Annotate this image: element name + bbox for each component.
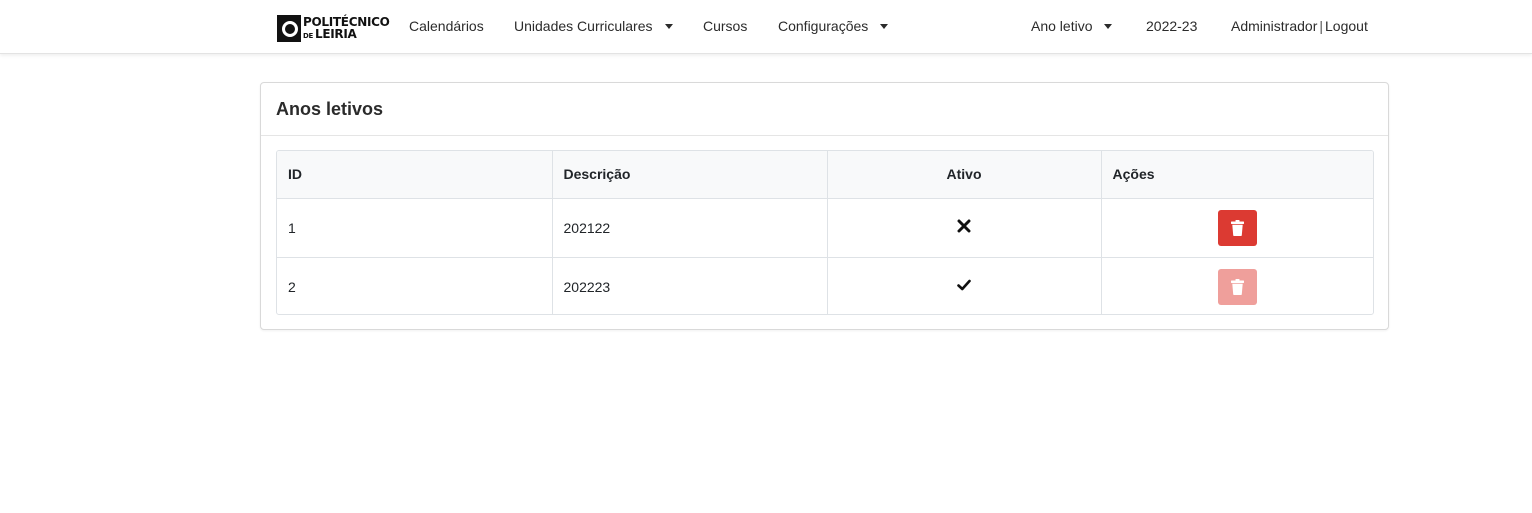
cell-acoes: [1101, 198, 1373, 258]
user-name[interactable]: Administrador: [1231, 18, 1317, 34]
table-row: 1 202122: [277, 198, 1373, 258]
check-icon: [957, 279, 971, 291]
table-row: 2 202223: [277, 257, 1373, 314]
caret-down-icon: [880, 24, 889, 29]
nav-unidades-label: Unidades Curriculares: [514, 18, 653, 34]
caret-down-icon: [1104, 24, 1113, 29]
logo-line2: LEIRIA: [315, 26, 357, 41]
delete-button[interactable]: [1217, 209, 1257, 246]
header-descricao: Descrição: [552, 151, 828, 199]
cell-id: 1: [277, 198, 553, 258]
cell-acoes: [1101, 257, 1373, 314]
nav-configuracoes-dropdown[interactable]: Configurações: [778, 18, 889, 34]
header-id: ID: [277, 151, 553, 199]
nav-separator: |: [1319, 18, 1324, 34]
cell-ativo: [827, 257, 1102, 314]
current-year: 2022-23: [1146, 18, 1198, 34]
cell-descricao: 202223: [552, 257, 828, 314]
trash-icon: [1230, 219, 1244, 236]
logo-line2-small: DE: [303, 31, 313, 40]
cell-descricao: 202122: [552, 198, 828, 258]
header-ativo: Ativo: [827, 151, 1102, 199]
nav-unidades-curriculares-dropdown[interactable]: Unidades Curriculares: [514, 18, 673, 34]
logo-icon: [277, 15, 301, 42]
nav-ano-letivo-dropdown[interactable]: Ano letivo: [1031, 18, 1113, 34]
delete-button-disabled[interactable]: [1217, 268, 1257, 305]
cell-ativo: [827, 198, 1102, 258]
cell-id: 2: [277, 257, 553, 314]
nav-configuracoes-label: Configurações: [778, 18, 869, 34]
top-navbar: POLITÉCNICO DE LEIRIA Calendários Unidade…: [0, 0, 1532, 54]
nav-ano-letivo-label: Ano letivo: [1031, 18, 1093, 34]
x-icon: [957, 219, 971, 233]
table-header-row: ID Descrição Ativo Ações: [277, 151, 1373, 199]
user-menu: Administrador | Logout: [1231, 18, 1368, 34]
brand-logo[interactable]: POLITÉCNICO DE LEIRIA: [277, 15, 390, 42]
nav-cursos[interactable]: Cursos: [703, 18, 747, 34]
nav-calendarios[interactable]: Calendários: [409, 18, 484, 34]
anos-letivos-card: Anos letivos ID Descrição Ativo Ações 1 …: [260, 82, 1389, 330]
anos-letivos-table: ID Descrição Ativo Ações 1 202122 2 2022…: [276, 150, 1374, 315]
caret-down-icon: [664, 24, 673, 29]
trash-icon: [1230, 278, 1244, 295]
card-title: Anos letivos: [261, 83, 1388, 136]
logout-link[interactable]: Logout: [1325, 18, 1368, 34]
header-acoes: Ações: [1101, 151, 1373, 199]
